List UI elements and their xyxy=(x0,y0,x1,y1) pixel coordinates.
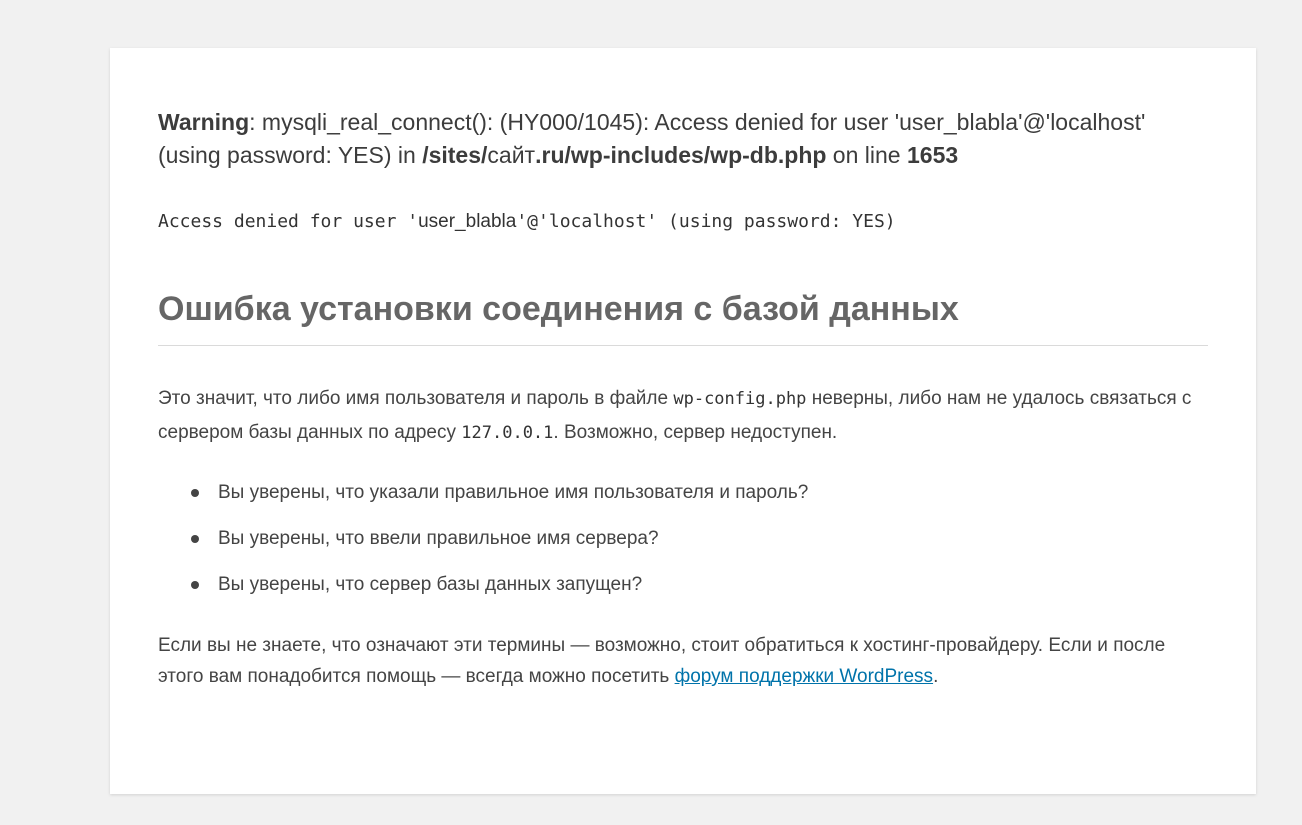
bullet-icon xyxy=(191,581,199,589)
warning-path-start: /sites/ xyxy=(422,142,488,168)
bullet-icon xyxy=(191,489,199,497)
explanation-text-1: Это значит, что либо имя пользователя и … xyxy=(158,388,674,409)
warning-user: user_blabla xyxy=(899,109,1019,135)
warning-site: сайт xyxy=(487,142,536,168)
list-item-text: Вы уверены, что указали правильное имя п… xyxy=(218,482,809,503)
list-item: Вы уверены, что сервер базы данных запущ… xyxy=(191,572,1208,598)
warning-line-number: 1653 xyxy=(906,142,959,168)
warning-text-3: on line xyxy=(826,142,907,168)
help-text: Если вы не знаете, что означают эти терм… xyxy=(158,635,1166,687)
list-item: Вы уверены, что ввели правильное имя сер… xyxy=(191,526,1208,552)
list-item-text: Вы уверены, что сервер базы данных запущ… xyxy=(218,574,643,595)
warning-label: Warning xyxy=(158,109,250,135)
warning-path-end: .ru/wp-includes/wp-db.php xyxy=(535,142,827,168)
list-item-text: Вы уверены, что ввели правильное имя сер… xyxy=(218,528,659,549)
db-host: 127.0.0.1 xyxy=(461,423,554,443)
warning-text: : mysqli_real_connect(): (HY000/1045): A… xyxy=(249,109,900,135)
page-title: Ошибка установки соединения с базой данн… xyxy=(158,287,1208,346)
explanation-paragraph: Это значит, что либо имя пользователя и … xyxy=(158,382,1208,450)
db-error-suffix: '@'localhost' (using password: YES) xyxy=(516,211,896,232)
checklist: Вы уверены, что указали правильное имя п… xyxy=(158,480,1208,598)
bullet-icon xyxy=(191,535,199,543)
db-error-prefix: Access denied for user ' xyxy=(158,211,419,232)
help-text-end: . xyxy=(933,666,939,687)
error-panel: Warning: mysqli_real_connect(): (HY000/1… xyxy=(110,48,1256,794)
list-item: Вы уверены, что указали правильное имя п… xyxy=(191,480,1208,506)
help-paragraph: Если вы не знаете, что означают эти терм… xyxy=(158,630,1208,692)
explanation-text-3: . Возможно, сервер недоступен. xyxy=(553,422,838,443)
db-error-message: Access denied for user 'user_blabla'@'lo… xyxy=(158,209,1208,235)
support-forum-link[interactable]: форум поддержки WordPress xyxy=(675,666,933,687)
db-error-user: user_blabla xyxy=(418,211,517,232)
config-filename: wp-config.php xyxy=(673,389,807,409)
php-warning: Warning: mysqli_real_connect(): (HY000/1… xyxy=(158,106,1208,172)
